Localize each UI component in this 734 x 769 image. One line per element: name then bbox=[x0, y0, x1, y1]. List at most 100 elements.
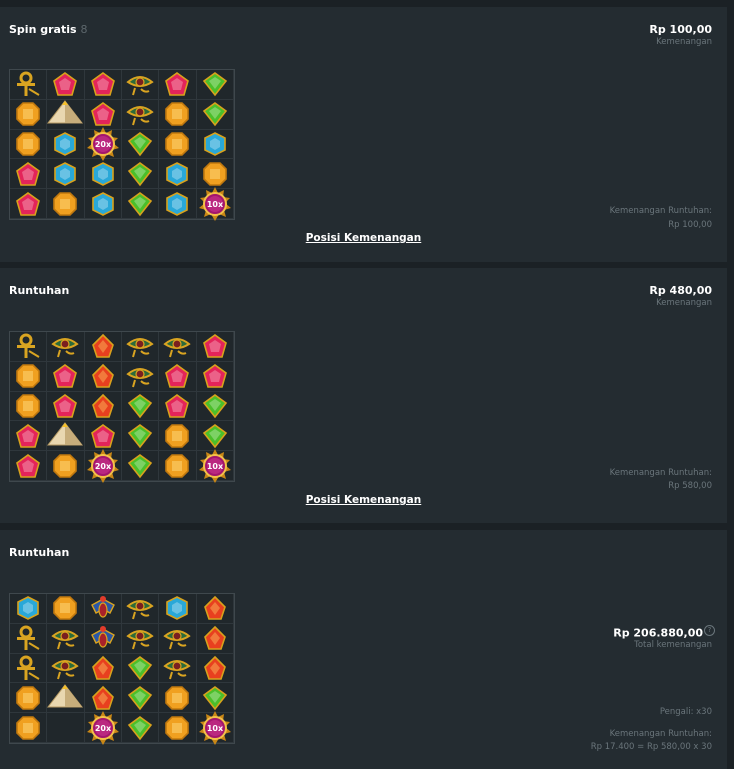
reel-grid: 20x 10x bbox=[9, 331, 235, 483]
fire-gem-icon bbox=[203, 596, 226, 621]
reel-cell bbox=[10, 159, 48, 190]
green-gem-icon bbox=[128, 423, 153, 449]
pyramid-icon bbox=[47, 100, 84, 124]
green-gem-icon bbox=[202, 102, 227, 127]
reel-cell bbox=[84, 421, 122, 452]
reel-cell bbox=[84, 159, 122, 190]
reel-cell bbox=[10, 713, 48, 743]
green-gem-icon bbox=[202, 393, 227, 419]
multiplier-text: 10x bbox=[207, 724, 224, 733]
orange-gem-icon bbox=[16, 715, 40, 740]
multiplier-orb-icon: 10x bbox=[198, 710, 231, 745]
orange-gem-icon bbox=[16, 685, 40, 710]
multiplier-orb-icon: 10x bbox=[198, 448, 231, 483]
ankh-icon bbox=[17, 655, 40, 680]
red-gem-icon bbox=[165, 72, 190, 97]
reel-cell bbox=[10, 683, 48, 714]
reel-cell bbox=[47, 391, 85, 422]
reel-cell: 10x bbox=[196, 448, 234, 483]
reel-cell bbox=[196, 653, 234, 684]
eye-icon bbox=[126, 76, 154, 96]
reel-cell bbox=[121, 683, 160, 714]
reel-cell bbox=[121, 159, 160, 190]
green-gem-icon bbox=[128, 715, 153, 740]
winning-positions-link[interactable]: Posisi Kemenangan bbox=[0, 494, 727, 506]
reel-cell bbox=[10, 391, 48, 422]
reel-cell bbox=[47, 189, 85, 219]
pyramid-icon bbox=[47, 421, 84, 446]
orange-gem-icon bbox=[165, 102, 190, 126]
blue-gem-icon bbox=[92, 161, 114, 186]
green-gem-icon bbox=[128, 161, 153, 187]
blue-gem-icon bbox=[166, 596, 189, 621]
reel-cell bbox=[84, 189, 122, 219]
red-gem-icon bbox=[16, 161, 41, 186]
green-gem-icon bbox=[128, 393, 153, 419]
reel-cell bbox=[84, 594, 122, 624]
eye-icon bbox=[51, 659, 80, 680]
reel-cell: 20x bbox=[84, 710, 122, 745]
reel-cell bbox=[47, 623, 85, 654]
multiplier-orb-icon: 20x bbox=[86, 126, 119, 161]
panel-title: Runtuhan bbox=[9, 546, 70, 559]
blue-gem-icon bbox=[54, 132, 77, 156]
reel-cell bbox=[121, 653, 160, 684]
reel-cell bbox=[84, 332, 122, 362]
fire-gem-icon bbox=[91, 393, 114, 418]
reel-cell bbox=[196, 159, 234, 190]
reel-cell bbox=[47, 421, 85, 452]
red-gem-icon bbox=[90, 72, 115, 97]
reel-cell bbox=[159, 683, 197, 714]
reel-cell bbox=[196, 623, 234, 654]
orange-gem-icon bbox=[53, 191, 78, 216]
total-win-label: Total kemenangan bbox=[634, 640, 712, 650]
reel-cell bbox=[159, 594, 197, 624]
eye-icon bbox=[126, 600, 154, 620]
orange-gem-icon bbox=[165, 685, 190, 710]
multiplier-orb-icon: 20x bbox=[86, 710, 119, 745]
ankh-icon bbox=[17, 333, 40, 359]
eye-icon bbox=[51, 630, 80, 650]
fire-gem-icon bbox=[91, 655, 114, 680]
red-gem-icon bbox=[53, 364, 78, 388]
reel-cell bbox=[47, 159, 85, 190]
green-gem-icon bbox=[128, 685, 153, 711]
reel-cell bbox=[10, 189, 48, 219]
total-win-amount: Rp 206.880,00? bbox=[613, 625, 715, 640]
orange-gem-icon bbox=[203, 161, 227, 186]
orange-gem-icon bbox=[53, 453, 78, 478]
reel-cell bbox=[121, 594, 160, 624]
green-gem-icon bbox=[202, 72, 227, 97]
green-gem-icon bbox=[202, 685, 227, 711]
blue-gem-icon bbox=[54, 161, 77, 186]
orange-gem-icon bbox=[165, 715, 190, 740]
reel-cell: 10x bbox=[196, 186, 234, 221]
reel-cell bbox=[10, 594, 48, 624]
reel-cell bbox=[196, 332, 234, 362]
reel-cell bbox=[121, 391, 160, 422]
reel-cell bbox=[10, 451, 48, 481]
reel-cell bbox=[159, 70, 197, 100]
blue-gem-icon bbox=[204, 132, 226, 156]
multiplier-orb-icon: 10x bbox=[198, 186, 231, 221]
reel-grid: 20x 10x bbox=[9, 69, 235, 221]
fire-gem-icon bbox=[91, 685, 114, 710]
reel-cell bbox=[196, 594, 234, 624]
reel-cell bbox=[196, 391, 234, 422]
win-amount: Rp 100,00 bbox=[649, 23, 712, 36]
eye-icon bbox=[163, 338, 192, 358]
reel-cell bbox=[84, 683, 122, 714]
blue-gem-icon bbox=[92, 191, 114, 216]
winning-positions-link[interactable]: Posisi Kemenangan bbox=[0, 232, 727, 244]
reel-grid: 20x 10x bbox=[9, 593, 235, 745]
ankh-icon bbox=[17, 625, 40, 651]
orange-gem-icon bbox=[165, 423, 190, 448]
reel-cell bbox=[121, 451, 160, 481]
fire-gem-icon bbox=[203, 655, 226, 680]
blue-gem-icon bbox=[166, 191, 189, 216]
reel-cell bbox=[84, 70, 122, 100]
eye-icon bbox=[163, 630, 192, 650]
cascade-win-value: Rp 100,00 bbox=[668, 220, 712, 230]
help-icon[interactable]: ? bbox=[704, 625, 715, 636]
cascade-win-value: Rp 580,00 bbox=[668, 481, 712, 491]
